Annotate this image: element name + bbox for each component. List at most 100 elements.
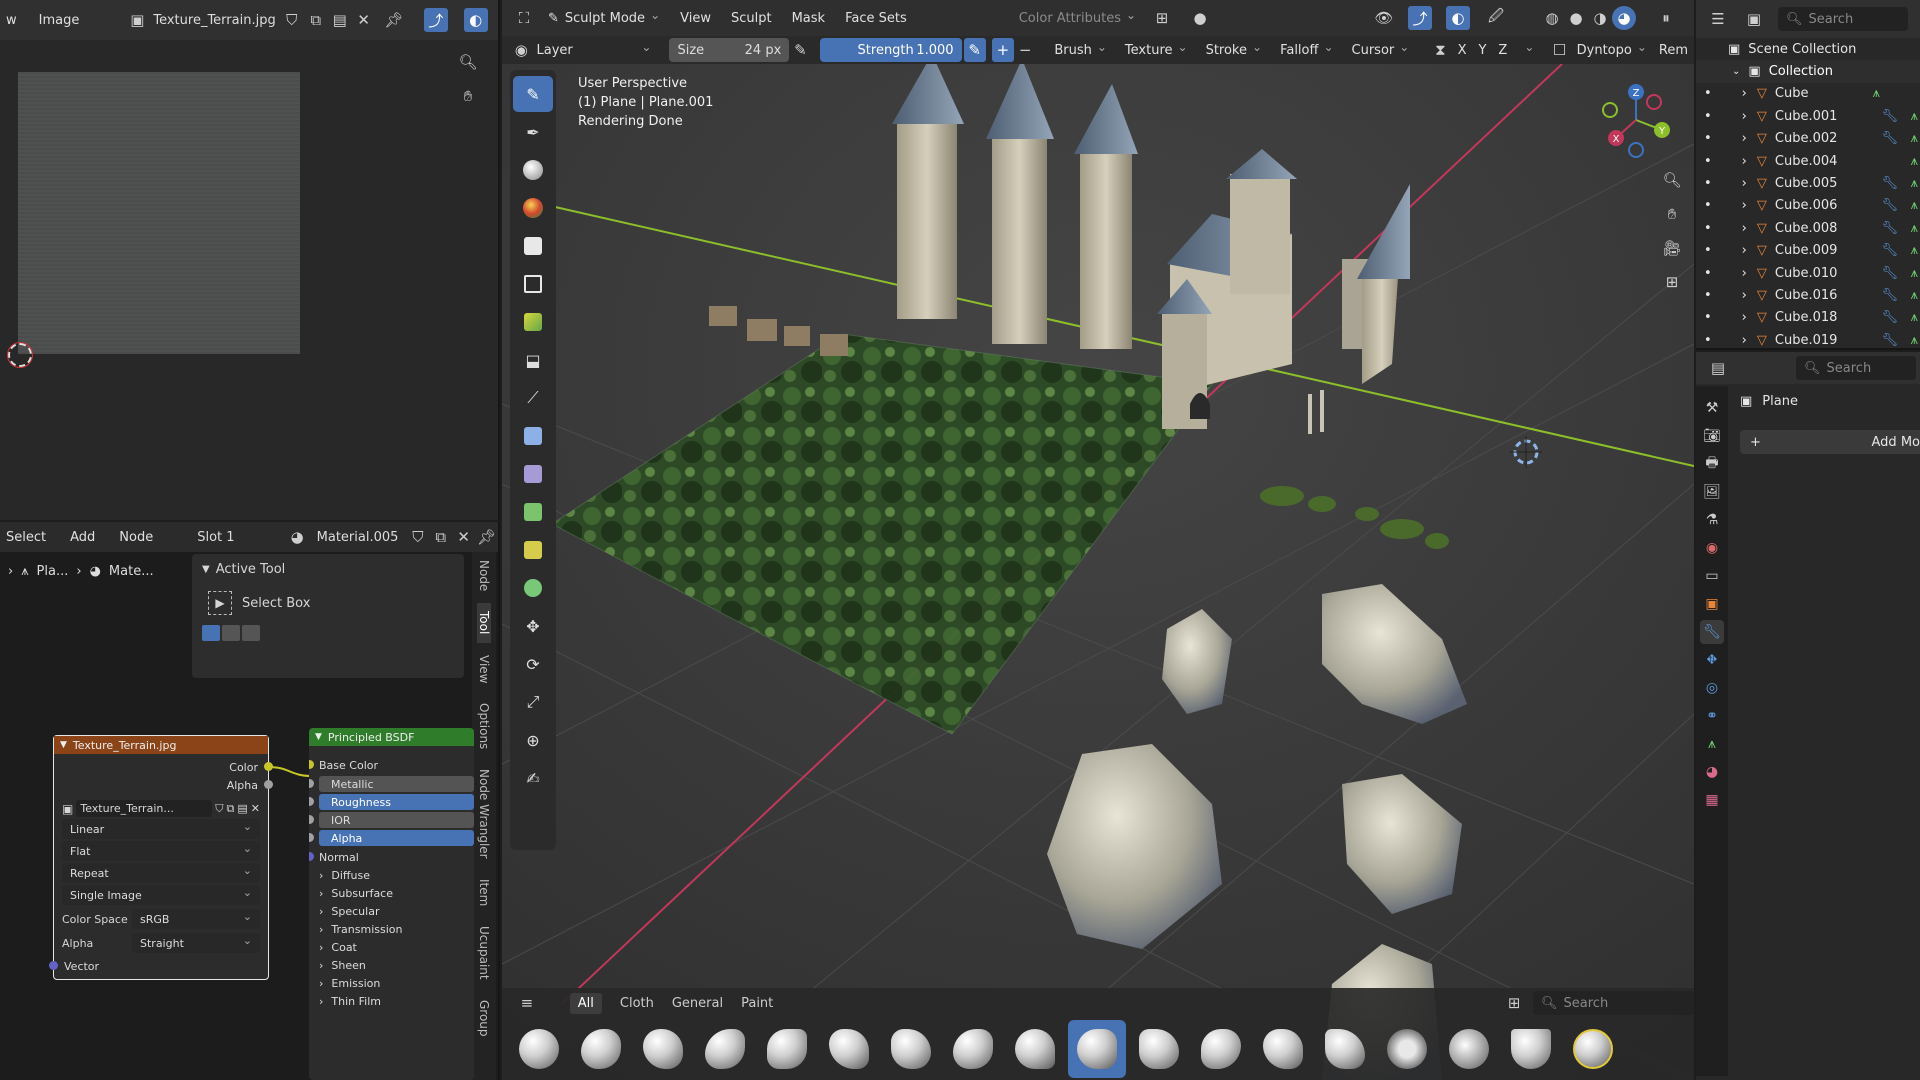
brush-thumb-active[interactable] [1068,1020,1126,1078]
editor-type-icon[interactable]: ⛶ [512,6,536,30]
render-tab-icon[interactable]: 📷︎ [1700,424,1724,448]
object-tab-icon[interactable]: ▣ [1700,592,1724,616]
transform-orientation-icon[interactable]: ⊞ [1150,6,1174,30]
new-image-icon[interactable]: ⧉ [304,8,328,32]
brush-thumb[interactable] [1254,1020,1312,1078]
metallic-field[interactable]: Metallic [331,778,374,791]
pivot-icon[interactable]: ● [1188,6,1212,30]
shelf-tab-paint[interactable]: Paint [741,996,773,1011]
outliner-item[interactable]: • › ▽ Cube.005 🔧︎ ⩚ [1696,172,1920,194]
fake-user-icon[interactable]: ⛉ [280,8,304,32]
direction-subtract-icon[interactable]: − [1014,38,1036,62]
fake-user-icon[interactable]: ⛉ [215,802,223,816]
draw-brush-tool[interactable]: ✎ [513,76,553,112]
brush-tool-2[interactable]: ✒ [513,114,553,150]
normal-socket[interactable] [309,852,314,861]
pan-hand-icon[interactable]: ✋︎ [456,84,480,108]
cloth-filter-tool[interactable] [513,456,553,492]
panel-coat[interactable]: › Coat [309,938,474,956]
material-tab-icon[interactable]: ◕ [1700,760,1724,784]
collapse-icon[interactable]: ▼ [60,740,67,750]
collection-tab-icon[interactable]: ▭ [1700,564,1724,588]
principled-bsdf-node[interactable]: ▼ Principled BSDF Base Color Metallic Rou… [309,728,474,1080]
roughness-field[interactable]: Roughness [331,796,391,809]
viewport[interactable]: ⛶ ✎ Sculpt Mode View Sculpt Mask Face Set… [502,0,1694,1080]
scale-tool[interactable]: ⤢ [513,684,553,720]
brush-tool-3[interactable] [513,152,553,188]
outliner-item[interactable]: • › ▽ Cube.009 🔧︎ ⩚ [1696,240,1920,262]
brush-thumb[interactable] [1502,1020,1560,1078]
collection-row[interactable]: ⌄ ▣ Collection [1696,60,1920,83]
move-tool[interactable]: ✥ [513,608,553,644]
ortho-grid-icon[interactable]: ⊞ [1660,270,1684,294]
image-name-field[interactable]: Texture_Terrain.jpg [149,8,280,32]
brush-thumb[interactable] [510,1020,568,1078]
display-mode-icon[interactable]: ◐ [463,8,488,32]
falloff-dropdown[interactable]: Falloff [1274,38,1339,62]
color-filter-tool[interactable] [513,494,553,530]
panel-sheen[interactable]: › Sheen [309,956,474,974]
zoom-icon[interactable]: 🔍︎ [456,50,480,74]
brush-thumb[interactable] [1130,1020,1188,1078]
alpha-field[interactable]: Alpha [331,832,362,845]
view-layer-tab-icon[interactable]: 🖼︎ [1700,480,1724,504]
output-tab-icon[interactable]: 🖶︎ [1700,452,1724,476]
duplicate-icon[interactable]: ⧉ [227,802,235,816]
transform-tool[interactable]: ⊕ [513,722,553,758]
ior-socket[interactable] [309,815,314,824]
roughness-socket[interactable] [309,797,314,806]
menu-sculpt[interactable]: Sculpt [725,6,778,30]
size-field[interactable]: Size 24 px [669,38,790,62]
scene-collection-row[interactable]: ▣ Scene Collection [1696,38,1920,60]
brush-thumb[interactable] [1006,1020,1064,1078]
object-name[interactable]: Plane [1762,394,1798,409]
brush-name-dropdown[interactable]: Layer [531,38,658,62]
display-mode-icon[interactable]: ▣ [1742,7,1766,31]
color-attributes-dropdown[interactable]: Color Attributes [1013,6,1142,30]
tool-tab-icon[interactable]: ⚒ [1700,396,1724,420]
symmetry-dropdown[interactable] [1513,38,1540,62]
input-vector-socket[interactable] [49,961,58,970]
brush-thumb[interactable] [1564,1020,1622,1078]
texture-dropdown[interactable]: Texture [1119,38,1194,62]
projection-dropdown[interactable]: Flat [62,841,260,861]
image-canvas[interactable] [18,72,300,354]
menu-face-sets[interactable]: Face Sets [839,6,913,30]
brush-thumb[interactable] [820,1020,878,1078]
brush-thumb[interactable] [1378,1020,1436,1078]
2d-cursor-icon[interactable] [7,342,33,368]
mask-by-color-tool[interactable] [513,570,553,606]
edit-face-set-tool[interactable] [513,532,553,568]
extension-dropdown[interactable]: Repeat [62,863,260,883]
ior-field[interactable]: IOR [331,814,351,827]
dyntopo-dropdown[interactable]: Dyntopo [1571,38,1653,62]
image-node-header[interactable]: ▼ Texture_Terrain.jpg [54,736,268,754]
output-color-socket[interactable] [264,762,273,771]
brush-thumb[interactable] [634,1020,692,1078]
overlay-toggle-icon[interactable]: ◐ [1446,6,1471,30]
outliner-item[interactable]: • › ▽ Cube.006 🔧︎ ⩚ [1696,195,1920,217]
shelf-tab-general[interactable]: General [672,996,723,1011]
panel-transmission[interactable]: › Transmission [309,920,474,938]
source-dropdown[interactable]: Single Image [62,885,260,905]
zoom-icon[interactable]: 🔍︎ [1660,168,1684,192]
texture-tab-icon[interactable]: ▦ [1700,788,1724,812]
navigation-gizmo[interactable]: Z Y X [1596,78,1676,158]
open-image-icon[interactable]: ▤ [328,8,352,32]
open-icon[interactable]: ▤ [237,802,247,815]
brush-thumb[interactable] [572,1020,630,1078]
particles-tab-icon[interactable]: ⛖ [1700,648,1724,672]
physics-tab-icon[interactable]: ◎ [1700,676,1724,700]
unlink-icon[interactable]: ✕ [352,8,376,32]
brush-thumb[interactable] [882,1020,940,1078]
strength-slider[interactable]: Strength 1.000 [819,38,962,62]
dyntopo-checkbox[interactable]: ☐ [1548,38,1570,62]
panel-subsurface[interactable]: › Subsurface [309,884,474,902]
data-tab-icon[interactable]: ⩚ [1700,732,1724,756]
image-browse-icon[interactable]: ▣ [62,802,73,816]
outliner-item[interactable]: • › ▽ Cube.019 🔧︎ ⩚ [1696,329,1920,351]
shading-material-icon[interactable]: ◑ [1588,6,1612,30]
xray-icon[interactable]: 🖉 [1484,6,1508,30]
image-texture-node[interactable]: ▼ Texture_Terrain.jpg Color Alpha ▣ Textu… [49,735,273,980]
brush-thumb[interactable] [944,1020,1002,1078]
